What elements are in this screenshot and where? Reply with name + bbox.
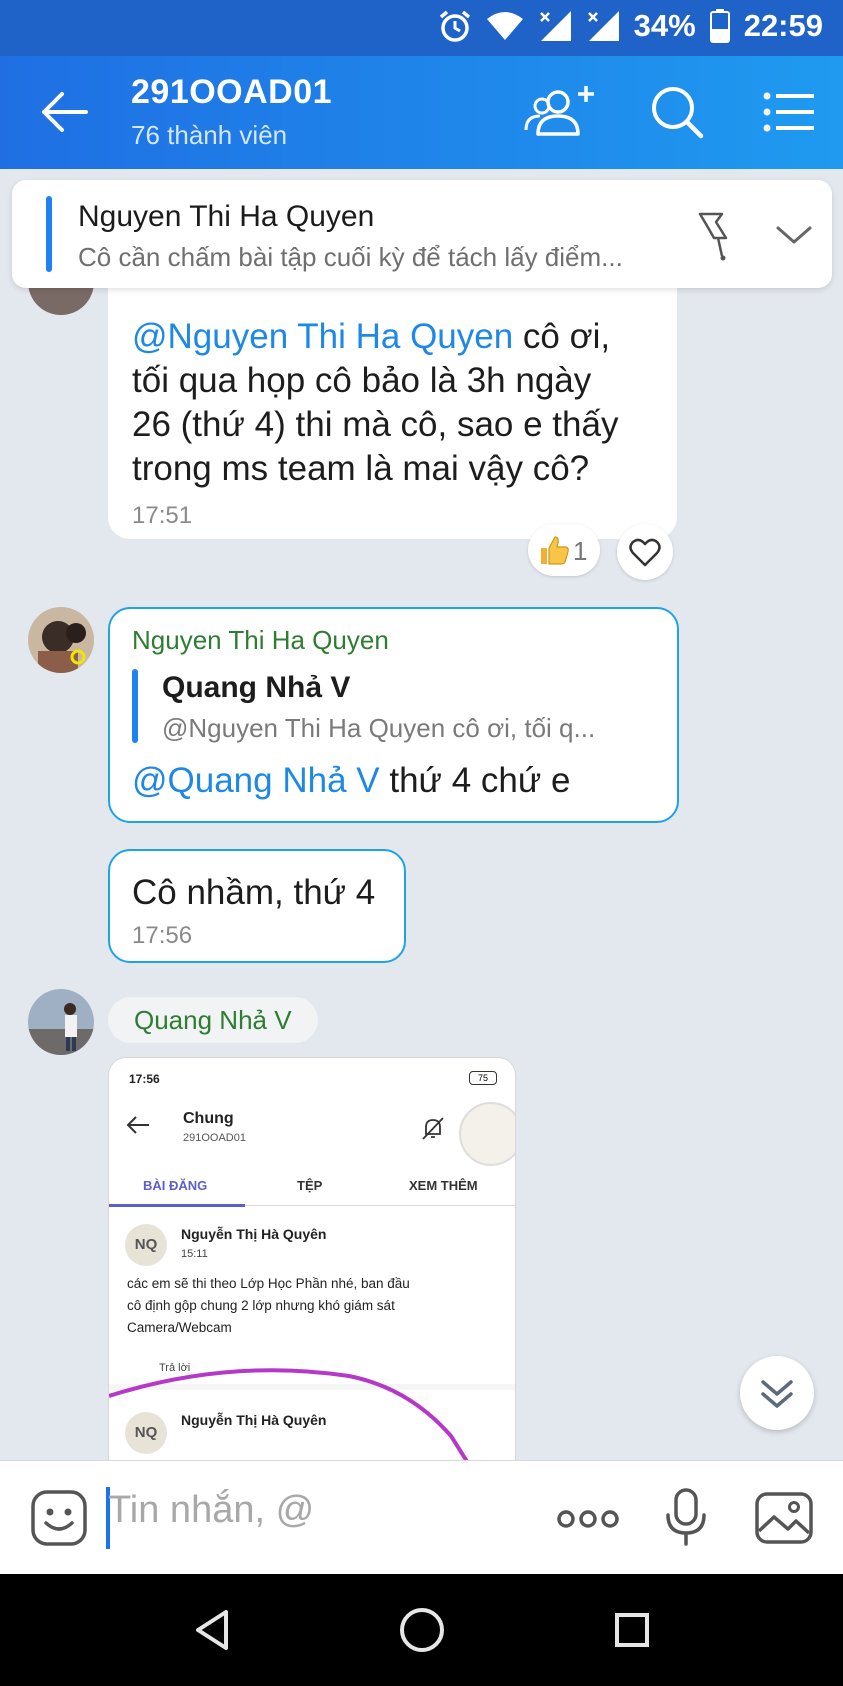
avatar[interactable] <box>28 607 94 673</box>
message-composer: Tin nhắn, @ <box>0 1460 843 1574</box>
image-annotation-stroke <box>109 1368 469 1460</box>
quoted-message[interactable]: Quang Nhả V @Nguyen Thi Ha Quyen cô ơi, … <box>132 669 662 745</box>
nav-back-icon[interactable] <box>192 1608 232 1652</box>
like-reaction[interactable]: 1 <box>528 524 600 576</box>
heart-icon <box>629 538 661 567</box>
message-text: Cô nhầm, thứ 4 <box>132 873 376 912</box>
message-time: 17:56 <box>132 922 193 949</box>
alarm-icon <box>439 10 470 42</box>
more-icon[interactable] <box>556 1507 620 1531</box>
status-bar: 34% 22:59 <box>0 0 843 56</box>
add-member-icon[interactable] <box>524 82 598 142</box>
image-icon[interactable] <box>754 1491 814 1545</box>
signal-icon-2 <box>587 11 619 41</box>
search-icon[interactable] <box>647 82 707 142</box>
message-list[interactable]: @Nguyen Thi Ha Quyen cô ơi, tối qua họp … <box>0 169 843 1460</box>
pinned-text: Cô cần chấm bài tập cuối kỳ để tách lấy … <box>78 242 623 272</box>
mention-link[interactable]: @Quang Nhả V <box>132 761 380 800</box>
message-bubble[interactable]: Cô nhầm, thứ 4 17:56 <box>108 849 406 963</box>
sender-name: Quang Nhả V <box>134 1005 292 1035</box>
signal-icon <box>539 11 571 41</box>
heart-button[interactable] <box>617 524 673 580</box>
scroll-down-icon <box>761 1380 793 1408</box>
back-icon[interactable] <box>38 88 90 136</box>
pin-icon[interactable] <box>692 208 742 262</box>
wifi-icon <box>486 12 523 40</box>
emoji-icon[interactable] <box>30 1489 88 1547</box>
reaction-count: 1 <box>573 536 588 566</box>
chat-header: 291OOAD01 76 thành viên <box>0 56 843 169</box>
nav-recents-icon[interactable] <box>614 1612 650 1648</box>
pinned-accent <box>46 196 52 272</box>
message-text: cô ơi, <box>513 317 611 356</box>
mention-link[interactable]: @Nguyen Thi Ha Quyen <box>132 317 513 356</box>
battery-icon <box>709 9 730 43</box>
pinned-message[interactable]: Nguyen Thi Ha Quyen Cô cần chấm bài tập … <box>12 180 832 288</box>
member-count[interactable]: 76 thành viên <box>131 120 287 151</box>
clock: 22:59 <box>743 8 823 43</box>
like-icon <box>541 536 569 565</box>
system-nav-bar <box>0 1574 843 1686</box>
pinned-author: Nguyen Thi Ha Quyen <box>78 200 375 233</box>
quote-text: @Nguyen Thi Ha Quyen cô ơi, tối q... <box>162 713 596 743</box>
chevron-down-icon[interactable] <box>774 220 814 250</box>
avatar[interactable] <box>28 989 94 1055</box>
shared-image[interactable]: 17:56 75 Chung 291OOAD01 BÀI ĐĂNG TỆP XE… <box>108 1057 516 1460</box>
sender-chip[interactable]: Quang Nhả V <box>108 997 318 1043</box>
message-text: trong ms team là mai vậy cô? <box>132 449 590 488</box>
menu-icon[interactable] <box>760 82 820 142</box>
message-text: thứ 4 chứ e <box>379 761 571 800</box>
group-title[interactable]: 291OOAD01 <box>131 73 332 112</box>
message-input[interactable]: Tin nhắn, @ <box>108 1489 314 1532</box>
sender-name[interactable]: Nguyen Thi Ha Quyen <box>132 625 389 656</box>
message-text: tối qua họp cô bảo là 3h ngày <box>132 361 592 400</box>
scroll-down-button[interactable] <box>740 1356 814 1430</box>
battery-percent: 34% <box>633 8 696 43</box>
quote-author: Quang Nhả V <box>162 671 351 704</box>
mic-icon[interactable] <box>664 1487 708 1547</box>
message-text: 26 (thứ 4) thi mà cô, sao e thấy <box>132 405 619 444</box>
message-time: 17:51 <box>132 502 193 529</box>
nav-home-icon[interactable] <box>398 1606 446 1654</box>
message-bubble[interactable]: Nguyen Thi Ha Quyen Quang Nhả V @Nguyen … <box>108 607 679 823</box>
